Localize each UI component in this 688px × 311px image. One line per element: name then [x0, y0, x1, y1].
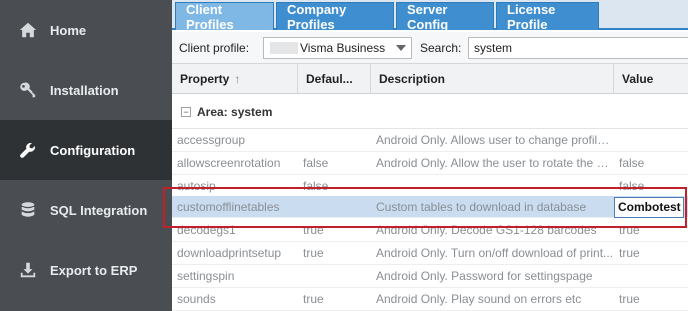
value-cell[interactable] — [614, 129, 688, 151]
client-profile-value: Visma Business — [300, 41, 386, 55]
default-cell: true — [303, 292, 324, 306]
default-cell: false — [303, 156, 329, 170]
wrench-icon — [18, 140, 38, 160]
value-cell[interactable]: true — [614, 288, 688, 310]
description-cell: Android Only. Password for settingspage — [376, 269, 593, 283]
main-panel: Client Profiles Company Profiles Server … — [172, 0, 688, 311]
client-profile-label: Client profile: — [179, 41, 250, 55]
client-profile-select[interactable]: Visma Business — [263, 37, 412, 59]
grid-header: Property ↑ Defaul... Description Value — [172, 64, 688, 94]
column-header-label: Property — [180, 72, 230, 86]
redacted-chip — [270, 42, 298, 54]
table-row[interactable]: settingspin Android Only. Password for s… — [172, 265, 688, 288]
value-cell[interactable]: true — [614, 219, 688, 241]
sidebar-item-label: SQL Integration — [50, 202, 148, 218]
column-header-label: Description — [379, 72, 446, 86]
tab-client-profiles[interactable]: Client Profiles — [175, 2, 274, 32]
description-cell: Android Only. Play sound on errors etc — [376, 292, 582, 306]
sidebar-item-sql-integration[interactable]: SQL Integration — [0, 180, 172, 240]
table-row[interactable]: decodegs1 true Android Only. Decode GS1-… — [172, 219, 688, 242]
sidebar-item-home[interactable]: Home — [0, 0, 172, 60]
key-icon — [18, 80, 38, 100]
description-cell: Android Only. Turn on/off download of pr… — [376, 246, 614, 260]
sidebar-item-label: Home — [50, 22, 87, 38]
column-header-description[interactable]: Description — [371, 64, 614, 94]
sidebar-item-export-to-erp[interactable]: Export to ERP — [0, 240, 172, 300]
sidebar-item-installation[interactable]: Installation — [0, 60, 172, 120]
property-cell: downloadprintsetup — [177, 246, 282, 260]
table-row[interactable]: sounds true Android Only. Play sound on … — [172, 288, 688, 311]
table-row[interactable]: autosip false false — [172, 175, 688, 198]
property-cell: settingspin — [177, 269, 235, 283]
default-cell: true — [303, 223, 324, 237]
property-cell: sounds — [177, 292, 216, 306]
value-edit-field[interactable]: Combotest — [614, 197, 684, 218]
description-cell: Android Only. Decode GS1-128 barcodes — [376, 223, 597, 237]
sidebar-item-label: Installation — [50, 82, 119, 98]
property-cell: autosip — [177, 179, 216, 193]
property-cell: accessgroup — [177, 133, 246, 147]
search-label: Search: — [420, 41, 462, 55]
value-cell[interactable]: true — [614, 242, 688, 264]
chevron-down-icon — [396, 45, 406, 51]
sidebar-item-label: Configuration — [50, 142, 136, 158]
default-cell — [298, 265, 371, 287]
sidebar-item-label: Export to ERP — [50, 262, 138, 278]
table-row-selected[interactable]: customofflinetables Custom tables to dow… — [172, 196, 688, 218]
search-input[interactable] — [468, 37, 688, 59]
table-row[interactable]: downloadprintsetup true Android Only. Tu… — [172, 242, 688, 265]
column-header-property[interactable]: Property ↑ — [172, 64, 298, 94]
value-cell[interactable]: false — [614, 175, 688, 197]
group-row-area-system[interactable]: − Area: system — [172, 95, 688, 129]
value-cell[interactable] — [614, 265, 688, 287]
properties-grid: Property ↑ Defaul... Description Value −… — [172, 64, 688, 311]
description-cell — [371, 175, 614, 197]
description-cell: Android Only. Allows user to change prof… — [376, 133, 614, 147]
column-header-label: Value — [622, 72, 654, 86]
description-cell: Android Only. Allow the user to rotate t… — [376, 156, 614, 170]
tab-company-profiles[interactable]: Company Profiles — [276, 2, 394, 32]
table-row[interactable]: allowscreenrotation false Android Only. … — [172, 152, 688, 175]
sidebar-item-configuration[interactable]: Configuration — [0, 120, 172, 180]
tab-server-config[interactable]: Server Config — [396, 2, 494, 32]
home-icon — [18, 20, 38, 40]
table-row[interactable]: accessgroup Android Only. Allows user to… — [172, 129, 688, 152]
column-header-label: Defaul... — [306, 72, 353, 86]
sort-ascending-icon: ↑ — [234, 72, 241, 86]
property-cell: allowscreenrotation — [177, 156, 281, 170]
default-cell: true — [303, 246, 324, 260]
property-cell: decodegs1 — [177, 223, 236, 237]
tab-bar: Client Profiles Company Profiles Server … — [172, 0, 688, 32]
property-cell: customofflinetables — [177, 200, 280, 214]
filter-bar: Client profile: Visma Business Search: — [172, 32, 688, 64]
column-header-value[interactable]: Value — [614, 64, 688, 94]
group-label: Area: system — [197, 104, 273, 119]
default-cell — [298, 129, 371, 151]
value-cell[interactable]: false — [614, 152, 688, 174]
default-cell: false — [303, 179, 329, 193]
default-cell — [298, 196, 371, 218]
database-icon — [18, 200, 38, 220]
sidebar: Home Installation Configuration SQL Inte… — [0, 0, 172, 311]
tab-license-profile[interactable]: License Profile — [496, 2, 599, 32]
collapse-icon[interactable]: − — [181, 106, 191, 117]
description-cell: Custom tables to download in database — [376, 200, 587, 214]
column-header-default[interactable]: Defaul... — [298, 64, 371, 94]
download-icon — [18, 260, 38, 280]
